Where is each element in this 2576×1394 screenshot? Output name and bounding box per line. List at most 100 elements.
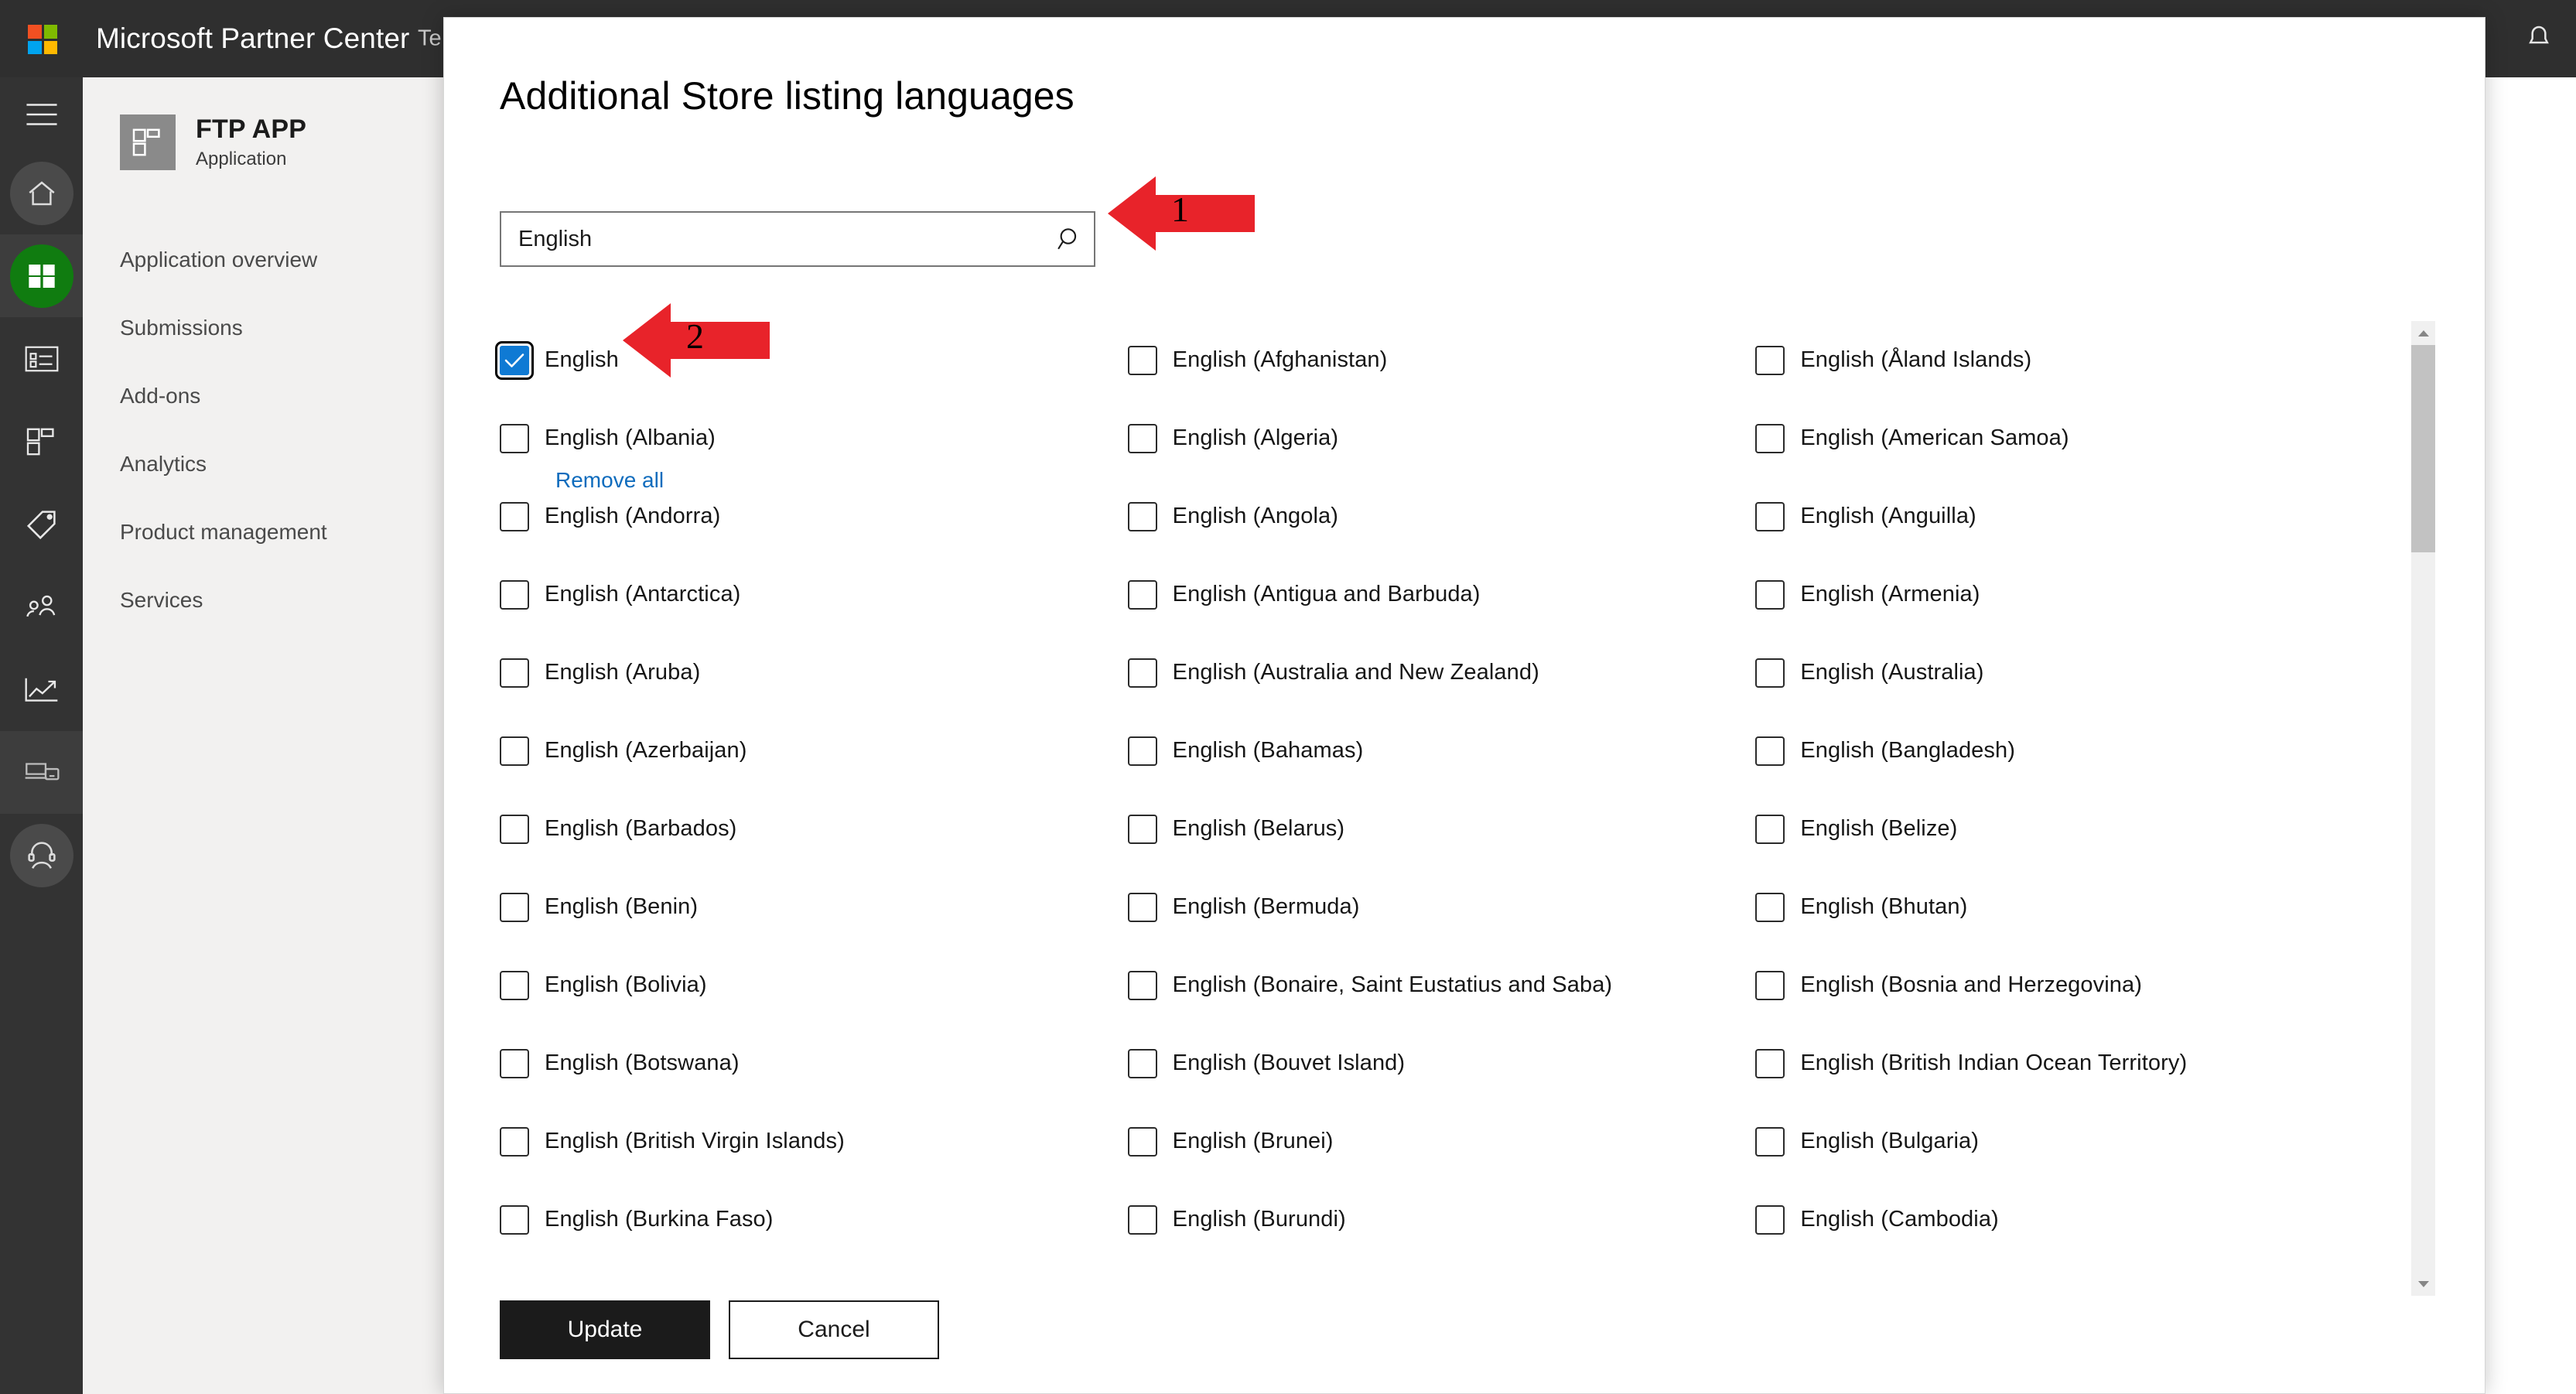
language-option[interactable]: English (Australia and New Zealand) [1127, 634, 1756, 712]
search-input[interactable] [501, 213, 1046, 265]
language-option[interactable]: English (American Samoa) [1755, 399, 2383, 477]
menu-toggle[interactable] [0, 77, 83, 152]
checkbox-icon[interactable] [1127, 658, 1157, 688]
chevron-down-icon[interactable] [2411, 1272, 2435, 1296]
language-option[interactable]: English (Angola) [1127, 477, 1756, 555]
checkbox-icon[interactable] [1755, 1204, 1785, 1235]
sidebar-item-add-ons[interactable]: Add-ons [83, 362, 446, 430]
rail-item-listing[interactable] [0, 317, 83, 400]
update-button[interactable]: Update [500, 1300, 710, 1359]
checkbox-icon[interactable] [500, 579, 529, 610]
checkbox-icon[interactable] [1127, 1204, 1157, 1235]
language-option[interactable]: English (Barbados) [500, 790, 1128, 868]
language-option[interactable]: English (British Indian Ocean Territory) [1755, 1024, 2383, 1102]
checkbox-icon[interactable] [1127, 345, 1157, 375]
language-option[interactable]: English (Afghanistan) [1127, 321, 1756, 399]
checkbox-icon[interactable] [1755, 1126, 1785, 1157]
checkbox-icon[interactable] [1755, 345, 1785, 375]
language-option[interactable]: English (Botswana) [500, 1024, 1128, 1102]
checkbox-icon[interactable] [500, 1048, 529, 1078]
bell-icon[interactable] [2523, 23, 2554, 54]
cancel-button[interactable]: Cancel [729, 1300, 939, 1359]
language-option[interactable]: English (Burkina Faso) [500, 1180, 1128, 1259]
rail-item-home[interactable] [0, 152, 83, 234]
sidebar-item-services[interactable]: Services [83, 566, 446, 634]
language-option[interactable]: English (Cambodia) [1755, 1180, 2383, 1259]
rail-item-offers[interactable] [0, 483, 83, 565]
search-row: Remove all [500, 211, 1095, 492]
checkbox-icon[interactable] [500, 1126, 529, 1157]
checkbox-icon[interactable] [500, 814, 529, 844]
language-option[interactable]: English (Burundi) [1127, 1180, 1756, 1259]
scrollbar-track[interactable] [2411, 345, 2435, 1272]
language-option[interactable]: English (Belarus) [1127, 790, 1756, 868]
sidebar-item-product-management[interactable]: Product management [83, 498, 446, 566]
checkbox-icon[interactable] [500, 892, 529, 922]
scrollbar-thumb[interactable] [2411, 345, 2435, 552]
checkbox-icon[interactable] [1127, 814, 1157, 844]
checkbox-icon[interactable] [500, 736, 529, 766]
checkbox-icon[interactable] [1127, 1048, 1157, 1078]
sidebar-item-analytics[interactable]: Analytics [83, 430, 446, 498]
checkbox-icon[interactable] [1755, 1048, 1785, 1078]
sidebar-item-application-overview[interactable]: Application overview [83, 226, 446, 294]
checkbox-icon[interactable] [500, 423, 529, 453]
rail-item-devices[interactable] [0, 731, 83, 814]
language-option[interactable]: English (Belize) [1755, 790, 2383, 868]
checkbox-icon[interactable] [1127, 423, 1157, 453]
language-option[interactable]: English (Bhutan) [1755, 868, 2383, 946]
language-option[interactable]: English (Azerbaijan) [500, 712, 1128, 790]
checkbox-icon[interactable] [1127, 501, 1157, 531]
rail-item-analytics[interactable] [0, 648, 83, 731]
language-option[interactable]: English (British Virgin Islands) [500, 1102, 1128, 1180]
checkbox-icon[interactable] [1127, 736, 1157, 766]
language-option[interactable]: English (Åland Islands) [1755, 321, 2383, 399]
checkbox-icon[interactable] [1755, 970, 1785, 1000]
language-option[interactable]: English (Antigua and Barbuda) [1127, 555, 1756, 634]
checkbox-icon[interactable] [1755, 579, 1785, 610]
rail-item-windows[interactable] [0, 234, 83, 317]
checkbox-icon[interactable] [1127, 970, 1157, 1000]
rail-item-users[interactable] [0, 565, 83, 648]
checkbox-icon[interactable] [1755, 423, 1785, 453]
language-option[interactable]: English (Bouvet Island) [1127, 1024, 1756, 1102]
language-option[interactable]: English (Bahamas) [1127, 712, 1756, 790]
search-icon[interactable] [1046, 213, 1094, 265]
language-option[interactable]: English (Bonaire, Saint Eustatius and Sa… [1127, 946, 1756, 1024]
language-option[interactable]: English (Albania) [500, 399, 1128, 477]
checkbox-icon[interactable] [1127, 892, 1157, 922]
checkbox-icon[interactable] [1755, 736, 1785, 766]
rail-item-apps[interactable] [0, 400, 83, 483]
language-option[interactable]: English (Aruba) [500, 634, 1128, 712]
checkbox-icon[interactable] [1755, 658, 1785, 688]
language-option[interactable]: English (Bosnia and Herzegovina) [1755, 946, 2383, 1024]
checkbox-icon[interactable] [500, 1204, 529, 1235]
checkbox-icon[interactable] [500, 970, 529, 1000]
vertical-scrollbar[interactable] [2411, 321, 2435, 1296]
sidebar-item-submissions[interactable]: Submissions [83, 294, 446, 362]
language-option[interactable]: English (Armenia) [1755, 555, 2383, 634]
language-option[interactable]: English (Antarctica) [500, 555, 1128, 634]
search-box[interactable] [500, 211, 1095, 267]
language-option[interactable]: English (Brunei) [1127, 1102, 1756, 1180]
checkbox-icon[interactable] [500, 501, 529, 531]
english-checkbox[interactable]: English [495, 321, 1128, 399]
language-option[interactable]: English (Anguilla) [1755, 477, 2383, 555]
language-option[interactable]: English (Bulgaria) [1755, 1102, 2383, 1180]
language-option[interactable]: English (Andorra) [500, 477, 1128, 555]
language-option[interactable]: English (Bangladesh) [1755, 712, 2383, 790]
checkbox-icon[interactable] [1755, 501, 1785, 531]
language-option[interactable]: English (Bolivia) [500, 946, 1128, 1024]
checkbox-icon[interactable] [1127, 1126, 1157, 1157]
checkbox-icon[interactable] [500, 658, 529, 688]
checkbox-icon[interactable] [1127, 579, 1157, 610]
checkbox-icon[interactable] [495, 340, 534, 380]
language-option[interactable]: English (Algeria) [1127, 399, 1756, 477]
language-option[interactable]: English (Benin) [500, 868, 1128, 946]
language-option[interactable]: English (Australia) [1755, 634, 2383, 712]
checkbox-icon[interactable] [1755, 892, 1785, 922]
checkbox-icon[interactable] [1755, 814, 1785, 844]
language-option[interactable]: English (Bermuda) [1127, 868, 1756, 946]
rail-item-support[interactable] [0, 814, 83, 897]
chevron-up-icon[interactable] [2411, 321, 2435, 345]
